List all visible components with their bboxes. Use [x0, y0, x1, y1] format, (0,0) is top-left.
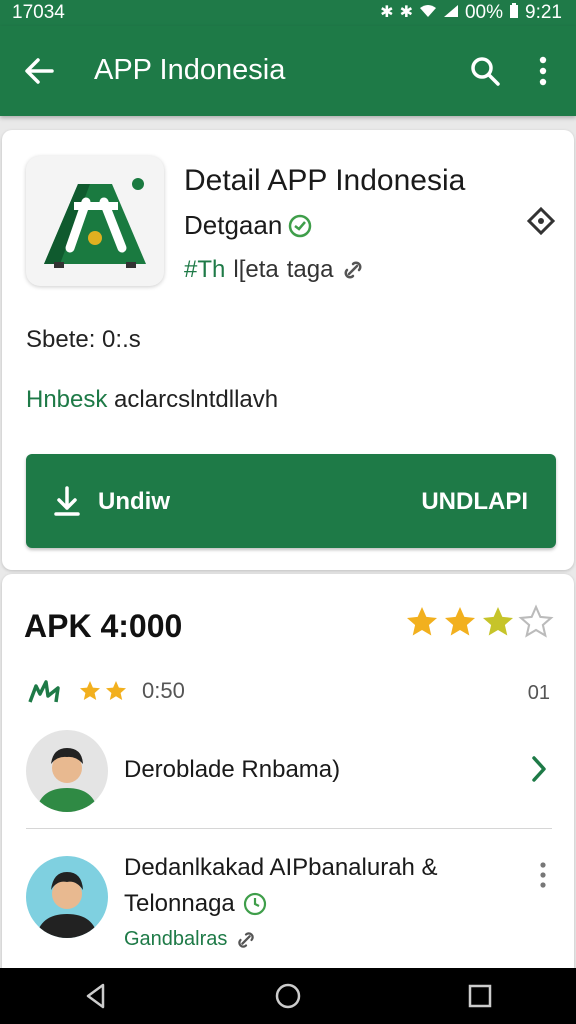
star-empty-icon [518, 604, 554, 638]
category-text: l[eta [233, 256, 279, 283]
link-icon [344, 261, 362, 279]
app-bar: APP Indonesia [0, 26, 576, 116]
more-vert-icon[interactable] [530, 54, 556, 88]
description-text: aclarcslntdllavh [107, 386, 279, 413]
share-icon[interactable] [524, 204, 558, 238]
divider [26, 828, 552, 829]
star-filled-icon [407, 607, 437, 636]
rating-title: APK 4:000 [24, 608, 183, 644]
rating-stars [404, 604, 554, 640]
reviewer-subtitle: Telonnaga [124, 890, 235, 917]
rating-summary-row: 0:50 [26, 676, 185, 706]
install-button[interactable]: Undiw UNDLAPI [26, 454, 556, 548]
wifi-icon [419, 4, 437, 22]
navigation-bar [0, 968, 576, 1024]
star-filled-icon [106, 681, 126, 700]
verified-badge-icon [289, 214, 312, 237]
search-icon[interactable] [468, 54, 502, 88]
star-filled-icon [80, 681, 100, 700]
reviewer-avatar [26, 730, 108, 812]
small-stars [78, 679, 128, 703]
ratings-card: APK 4:000 0:50 01 Deroblade Rnbama) Deda… [2, 574, 574, 970]
bluetooth-icon: ✱ [380, 4, 394, 21]
install-button-action: UNDLAPI [421, 488, 528, 515]
status-bar: 17034 ✱ ✱ 00% 9:21 [0, 0, 576, 26]
battery-percent: 00% [464, 2, 504, 23]
signal-icon [443, 4, 459, 22]
app-description: Hnbesk aclarcslntdllavh [26, 386, 278, 414]
category-hash: #Th [184, 256, 226, 283]
back-arrow-icon[interactable] [22, 54, 56, 88]
status-icons: ✱ ✱ 00% 9:21 [380, 2, 562, 24]
install-button-label: Undiw [98, 488, 170, 515]
app-bar-title: APP Indonesia [94, 54, 286, 86]
status-time-left: 17034 [12, 2, 65, 23]
chevron-right-icon[interactable] [526, 752, 552, 786]
star-filled-icon [483, 607, 513, 636]
description-accent: Hnbesk [26, 386, 108, 413]
vibrate-icon: ✱ [399, 4, 413, 21]
star-filled-icon [445, 607, 475, 636]
clock-icon [243, 892, 266, 916]
link-icon [238, 931, 255, 948]
status-clock: 9:21 [525, 2, 562, 23]
review-item[interactable]: Deroblade Rnbama) [26, 728, 552, 814]
recents-square-icon[interactable] [465, 981, 495, 1011]
rating-right-value: 01 [527, 682, 550, 704]
battery-icon [509, 3, 519, 23]
reviewer-subtitle-row: Telonnaga [124, 890, 267, 918]
developer-name[interactable]: Detgaan [184, 210, 282, 241]
back-triangle-icon[interactable] [81, 981, 111, 1011]
developer-row[interactable]: Detgaan [184, 210, 312, 241]
app-size-label: Sbete: 0:.s [26, 326, 141, 353]
category-row: #Th l[eta taga [184, 256, 365, 284]
review-item[interactable]: Dedanlkakad AIPbanalurah & Telonnaga Gan… [26, 852, 552, 950]
download-icon [54, 486, 80, 516]
reviewer-name: Deroblade Rnbama) [124, 756, 341, 783]
reviewer-title: Dedanlkakad AIPbanalurah & [124, 854, 438, 881]
rating-count: 0:50 [142, 678, 185, 703]
app-name: Detail APP Indonesia [184, 164, 466, 197]
thumbs-up-icon [28, 680, 60, 703]
app-logo-icon [26, 156, 164, 286]
home-circle-icon[interactable] [273, 981, 303, 1011]
category-suffix: taga [286, 256, 334, 283]
app-detail-card: Detail APP Indonesia Detgaan #Th l[eta ta… [2, 130, 574, 570]
reviewer-avatar [26, 856, 108, 938]
reviewer-meta-row: Gandbalras [124, 928, 257, 951]
reviewer-meta: Gandbalras [124, 928, 228, 950]
more-vert-icon[interactable] [536, 860, 550, 890]
